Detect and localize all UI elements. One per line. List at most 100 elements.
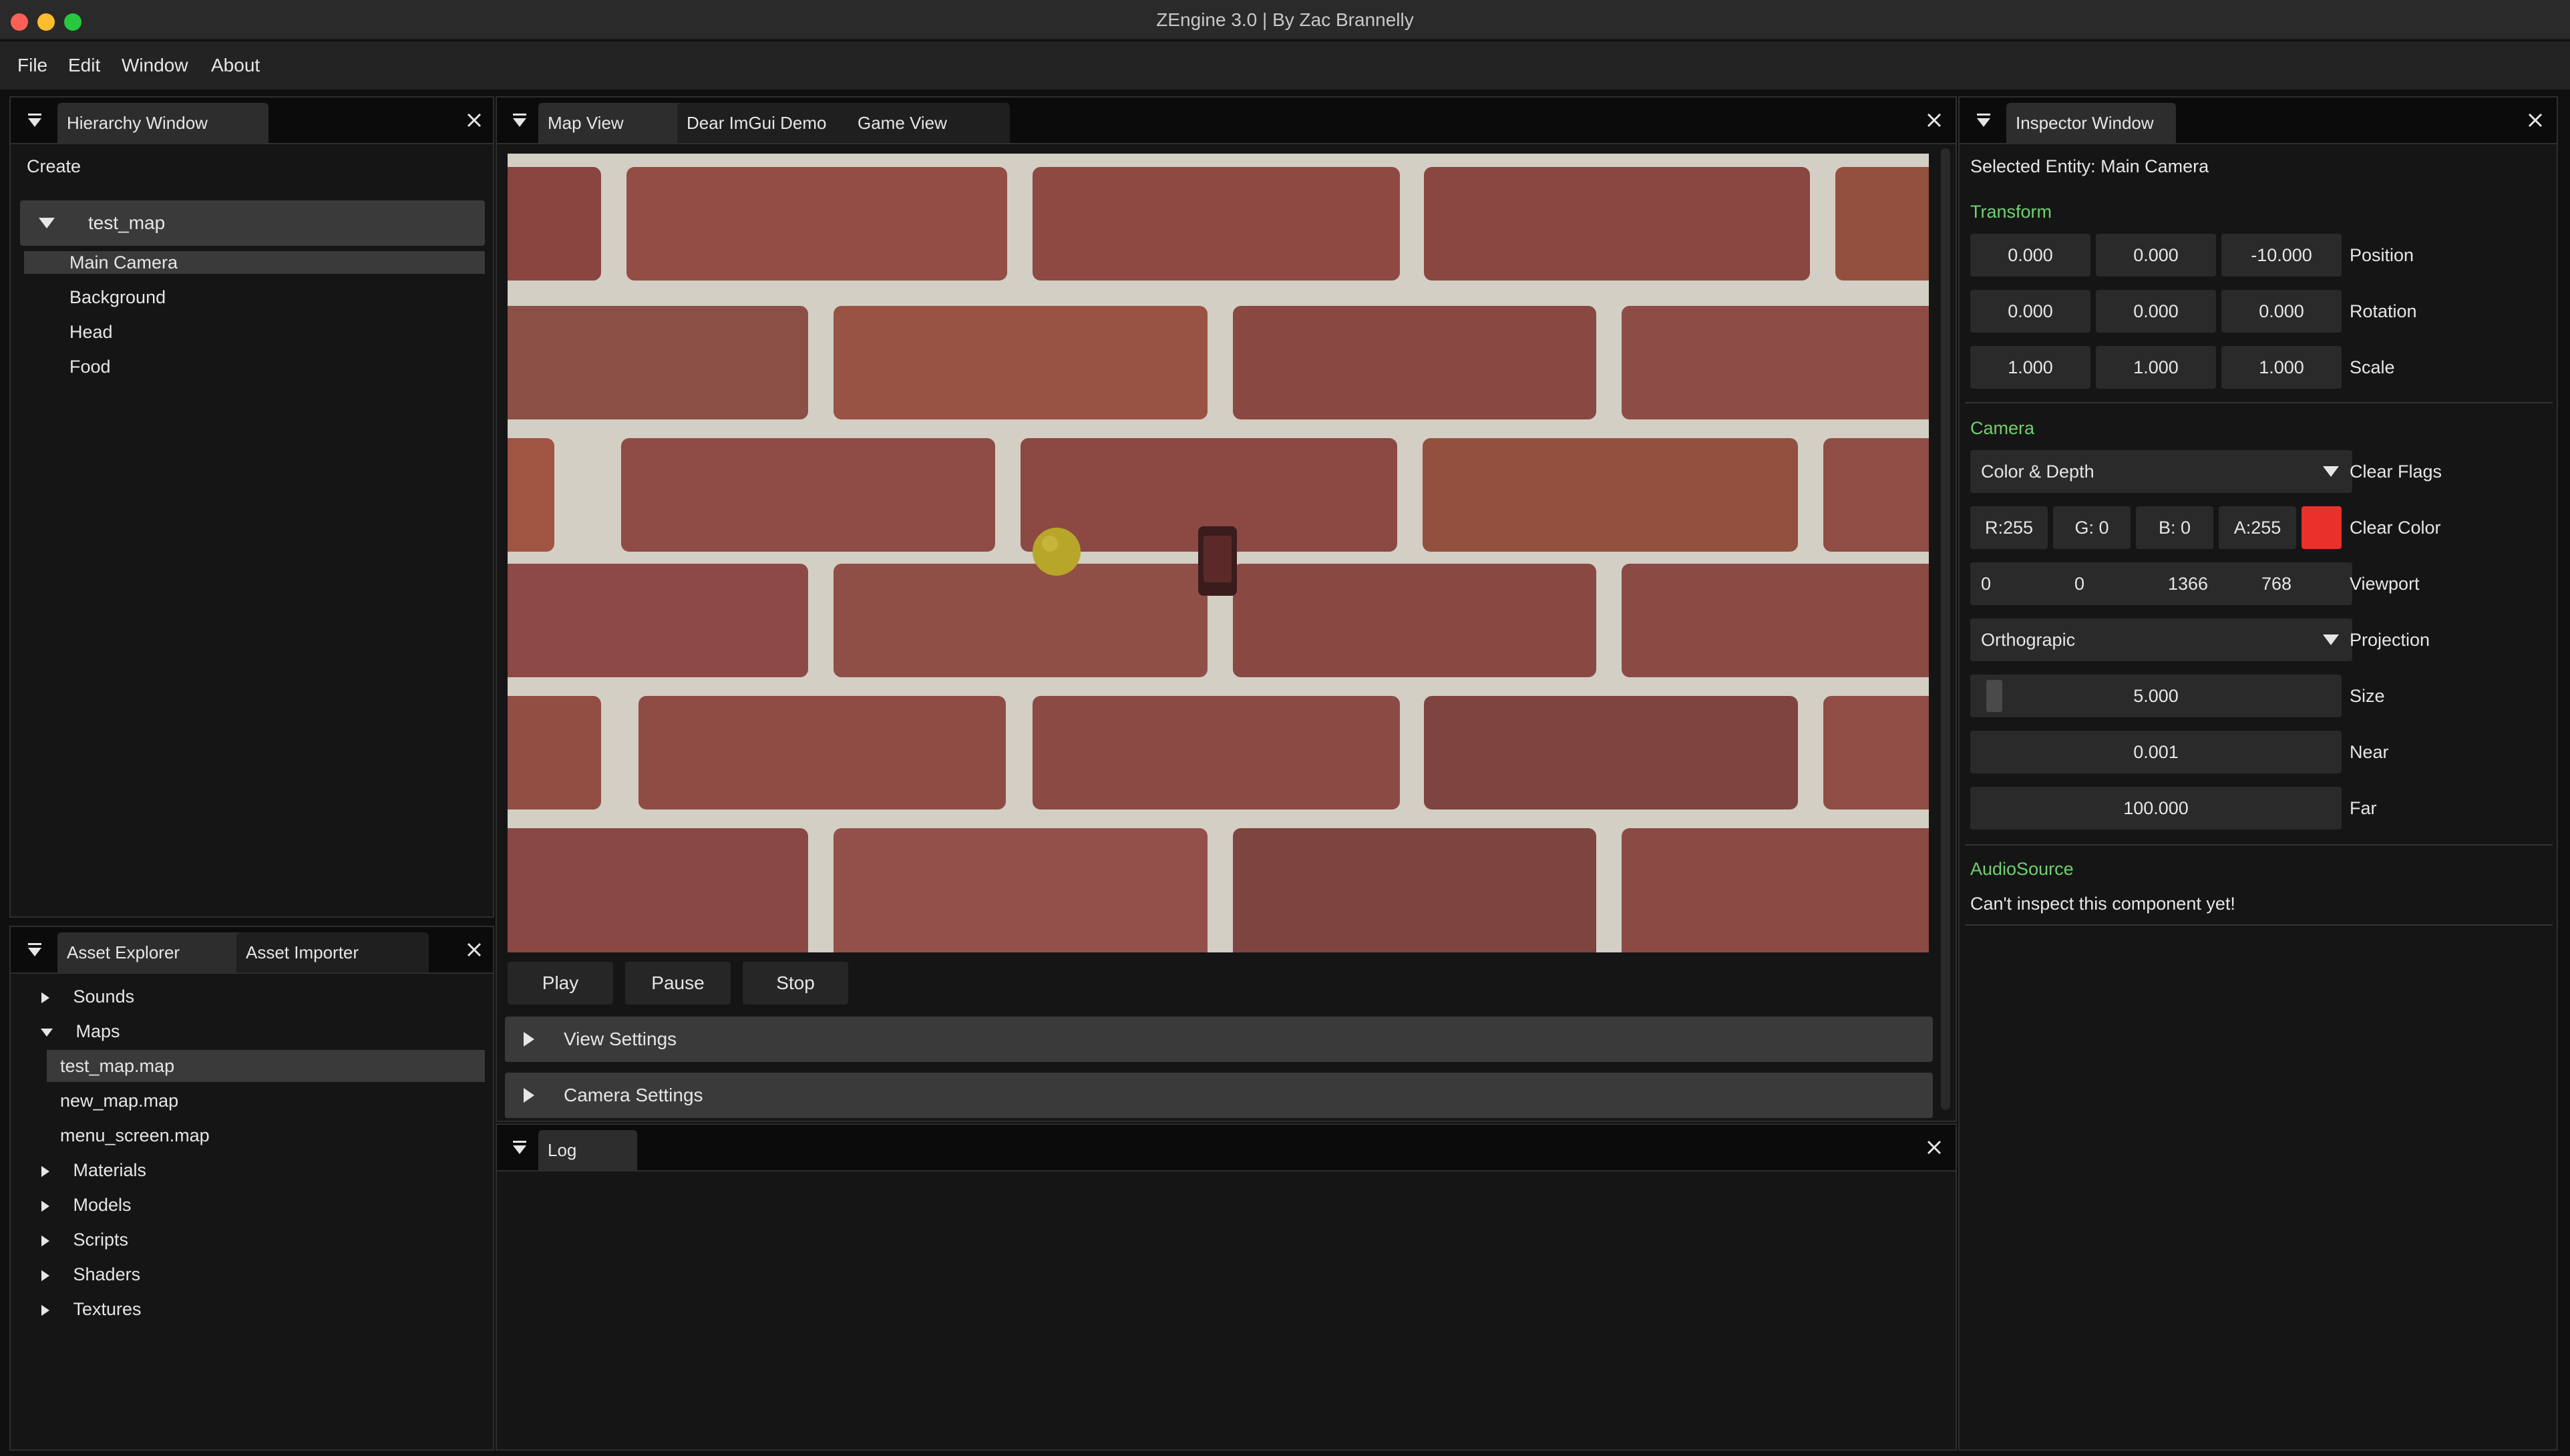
map-view-panel: Map View Dear ImGui Demo Game View Play … <box>496 96 1957 1122</box>
asset-test-map[interactable]: test_map.map <box>47 1050 485 1082</box>
menu-about[interactable]: About <box>211 41 260 89</box>
stop-button[interactable]: Stop <box>743 962 848 1005</box>
position-z-field[interactable]: -10.000 <box>2221 234 2342 277</box>
window-title: ZEngine 3.0 | By Zac Brannelly <box>1156 9 1414 30</box>
folder-label: Textures <box>73 1299 142 1319</box>
panel-menu-icon[interactable] <box>1970 107 1997 134</box>
far-field[interactable]: 100.000 <box>1970 787 2342 830</box>
dropdown-value: Orthograpic <box>1981 630 2076 650</box>
viewport-y-field[interactable]: 0 <box>2064 562 2163 605</box>
folder-models[interactable]: Models <box>40 1189 132 1221</box>
tab-asset-importer[interactable]: Asset Importer <box>236 932 429 972</box>
viewport-x-field[interactable]: 0 <box>1970 562 2069 605</box>
log-tabbar: Log <box>497 1125 1956 1171</box>
chevron-down-icon <box>2323 466 2339 477</box>
rotation-z-field[interactable]: 0.000 <box>2221 290 2342 333</box>
expand-arrow-icon <box>39 218 55 228</box>
menu-file[interactable]: File <box>17 41 47 89</box>
size-slider[interactable]: 5.000 <box>1970 675 2342 717</box>
viewport-label: Viewport <box>2350 574 2420 594</box>
close-icon[interactable] <box>461 107 488 134</box>
menu-edit[interactable]: Edit <box>68 41 100 89</box>
clear-color-swatch[interactable] <box>2302 506 2342 549</box>
size-label: Size <box>2350 686 2385 706</box>
section-divider <box>1965 924 2553 926</box>
tab-log[interactable]: Log <box>538 1130 637 1170</box>
selected-entity-label: Selected Entity: Main Camera <box>1970 156 2209 176</box>
panel-menu-icon[interactable] <box>506 1134 533 1161</box>
collapsed-arrow-icon <box>41 1235 49 1247</box>
entity-food[interactable]: Food <box>69 355 111 378</box>
view-settings-header[interactable]: View Settings <box>505 1017 1933 1062</box>
projection-label: Projection <box>2350 630 2430 650</box>
close-icon[interactable] <box>1921 107 1948 134</box>
clear-flags-dropdown[interactable]: Color & Depth <box>1970 450 2352 493</box>
hierarchy-panel: Hierarchy Window Create test_map Main Ca… <box>9 96 494 918</box>
folder-shaders[interactable]: Shaders <box>40 1258 140 1290</box>
rotation-label: Rotation <box>2350 301 2417 321</box>
close-icon[interactable] <box>2522 107 2549 134</box>
clear-color-r-field[interactable]: R:255 <box>1970 506 2048 549</box>
viewport-h-field[interactable]: 768 <box>2251 562 2352 605</box>
scale-x-field[interactable]: 1.000 <box>1970 346 2090 389</box>
asset-new-map[interactable]: new_map.map <box>60 1085 178 1117</box>
entity-background[interactable]: Background <box>69 286 166 309</box>
clear-color-g-field[interactable]: G: 0 <box>2053 506 2131 549</box>
pause-button[interactable]: Pause <box>625 962 731 1005</box>
play-button[interactable]: Play <box>508 962 613 1005</box>
dropdown-value: Color & Depth <box>1981 462 2094 482</box>
rotation-y-field[interactable]: 0.000 <box>2096 290 2216 333</box>
hierarchy-tabbar: Hierarchy Window <box>11 98 493 144</box>
audiosource-message: Can't inspect this component yet! <box>1970 894 2235 914</box>
menu-bar: File Edit Window About <box>0 41 2570 89</box>
folder-scripts[interactable]: Scripts <box>40 1224 128 1256</box>
rotation-x-field[interactable]: 0.000 <box>1970 290 2090 333</box>
position-label: Position <box>2350 245 2414 265</box>
header-label: View Settings <box>564 1029 677 1049</box>
folder-label: Scripts <box>73 1230 129 1250</box>
scene-viewport[interactable] <box>508 154 1929 952</box>
inspector-tabbar: Inspector Window <box>1960 98 2557 144</box>
close-icon[interactable] <box>1921 1134 1948 1161</box>
near-field[interactable]: 0.001 <box>1970 731 2342 773</box>
clear-color-label: Clear Color <box>2350 518 2441 538</box>
tab-dear-imgui-demo[interactable]: Dear ImGui Demo <box>677 103 866 143</box>
panel-menu-icon[interactable] <box>21 936 48 963</box>
section-divider <box>1965 402 2553 403</box>
slider-grab[interactable] <box>1986 680 2002 712</box>
close-icon[interactable] <box>461 936 488 963</box>
position-y-field[interactable]: 0.000 <box>2096 234 2216 277</box>
tab-game-view[interactable]: Game View <box>848 103 1010 143</box>
entity-main-camera[interactable]: Main Camera <box>24 251 485 274</box>
panel-menu-icon[interactable] <box>506 107 533 134</box>
inspector-panel: Inspector Window Selected Entity: Main C… <box>1958 96 2558 1451</box>
entity-head[interactable]: Head <box>69 321 113 343</box>
log-panel: Log <box>496 1123 1957 1451</box>
scale-z-field[interactable]: 1.000 <box>2221 346 2342 389</box>
panel-menu-icon[interactable] <box>21 107 48 134</box>
collapsed-arrow-icon <box>524 1088 534 1103</box>
scene-root-node[interactable]: test_map <box>20 200 485 246</box>
clear-color-a-field[interactable]: A:255 <box>2219 506 2296 549</box>
position-x-field[interactable]: 0.000 <box>1970 234 2090 277</box>
folder-label: Maps <box>75 1021 120 1041</box>
camera-settings-header[interactable]: Camera Settings <box>505 1073 1933 1118</box>
tab-hierarchy-window[interactable]: Hierarchy Window <box>57 103 268 143</box>
tab-asset-explorer[interactable]: Asset Explorer <box>57 932 251 972</box>
viewport-w-field[interactable]: 1366 <box>2157 562 2256 605</box>
projection-dropdown[interactable]: Orthograpic <box>1970 618 2352 661</box>
collapsed-arrow-icon <box>41 1165 49 1177</box>
folder-textures[interactable]: Textures <box>40 1293 142 1325</box>
menu-window[interactable]: Window <box>122 41 188 89</box>
create-button[interactable]: Create <box>27 156 81 177</box>
center-tabbar: Map View Dear ImGui Demo Game View <box>497 98 1956 144</box>
tab-inspector-window[interactable]: Inspector Window <box>2006 103 2176 143</box>
folder-label: Models <box>73 1195 132 1215</box>
folder-maps[interactable]: Maps <box>39 1015 120 1047</box>
folder-sounds[interactable]: Sounds <box>40 980 134 1013</box>
folder-materials[interactable]: Materials <box>40 1154 146 1186</box>
scrollbar[interactable] <box>1941 148 1950 1110</box>
clear-color-b-field[interactable]: B: 0 <box>2136 506 2213 549</box>
asset-menu-screen-map[interactable]: menu_screen.map <box>60 1119 210 1151</box>
scale-y-field[interactable]: 1.000 <box>2096 346 2216 389</box>
